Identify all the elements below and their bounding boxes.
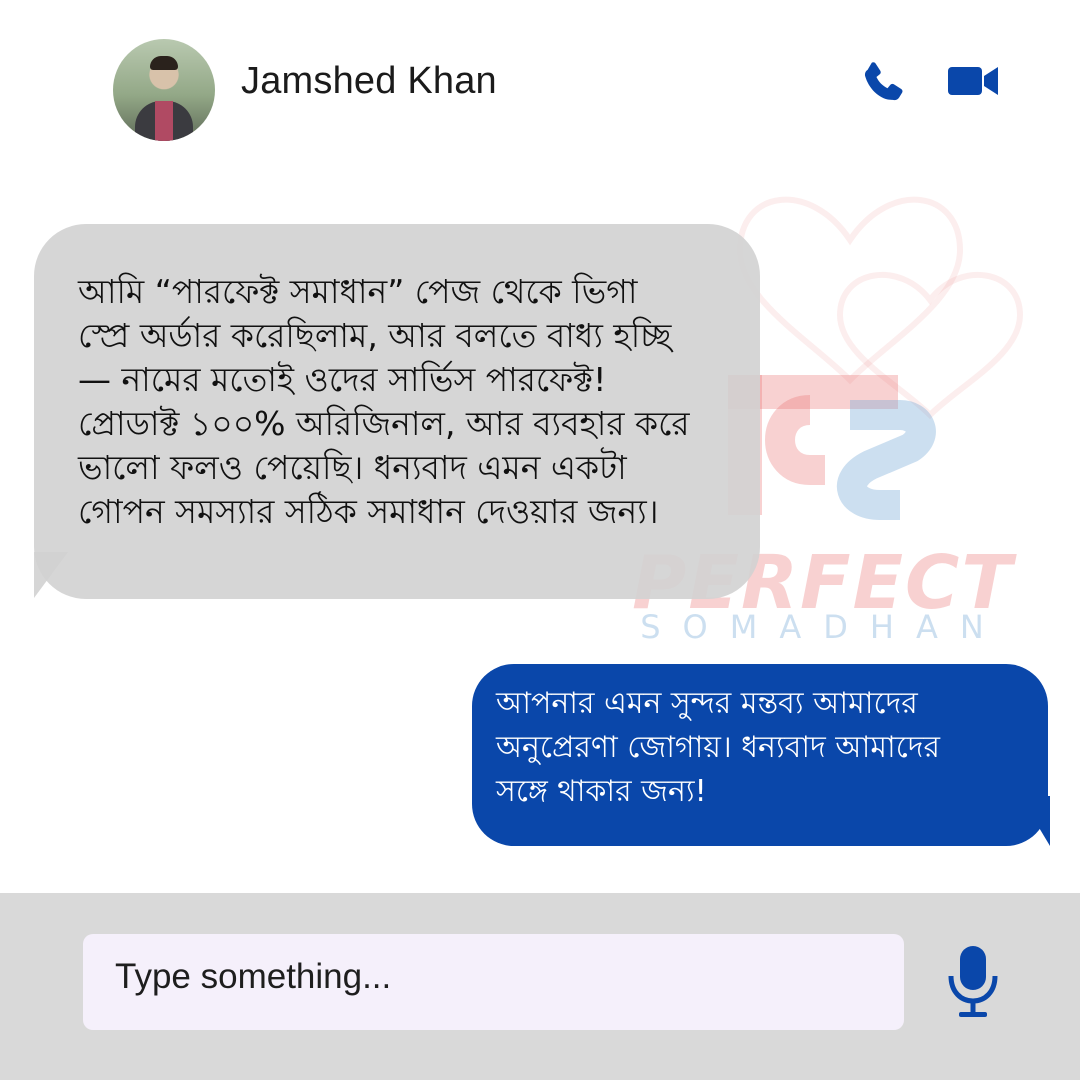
phone-icon[interactable] [857, 58, 909, 108]
microphone-icon[interactable] [945, 944, 1001, 1020]
incoming-bubble-tail [34, 552, 68, 598]
avatar-hair [150, 56, 178, 70]
composer-bar: Type something... [0, 893, 1080, 1080]
incoming-message-bubble: আমি “পারফেক্ট সমাধান” পেজ থেকে ভিগা স্প্… [34, 224, 760, 599]
watermark-brand-line2: SOMADHAN [640, 608, 1006, 646]
chat-header: Jamshed Khan [0, 0, 1080, 180]
message-input-placeholder: Type something... [115, 957, 392, 996]
outgoing-message-bubble: আপনার এমন সুন্দর মন্তব্য আমাদের অনুপ্রের… [472, 664, 1050, 846]
message-input[interactable]: Type something... [83, 934, 904, 1030]
contact-name[interactable]: Jamshed Khan [241, 60, 497, 103]
avatar-shirt [155, 101, 173, 141]
outgoing-message-text: আপনার এমন সুন্দর মন্তব্য আমাদের অনুপ্রের… [496, 686, 941, 809]
incoming-message-text: আমি “পারফেক্ট সমাধান” পেজ থেকে ভিগা স্প্… [78, 272, 690, 531]
avatar[interactable] [113, 39, 215, 141]
video-camera-icon[interactable] [944, 56, 1002, 106]
